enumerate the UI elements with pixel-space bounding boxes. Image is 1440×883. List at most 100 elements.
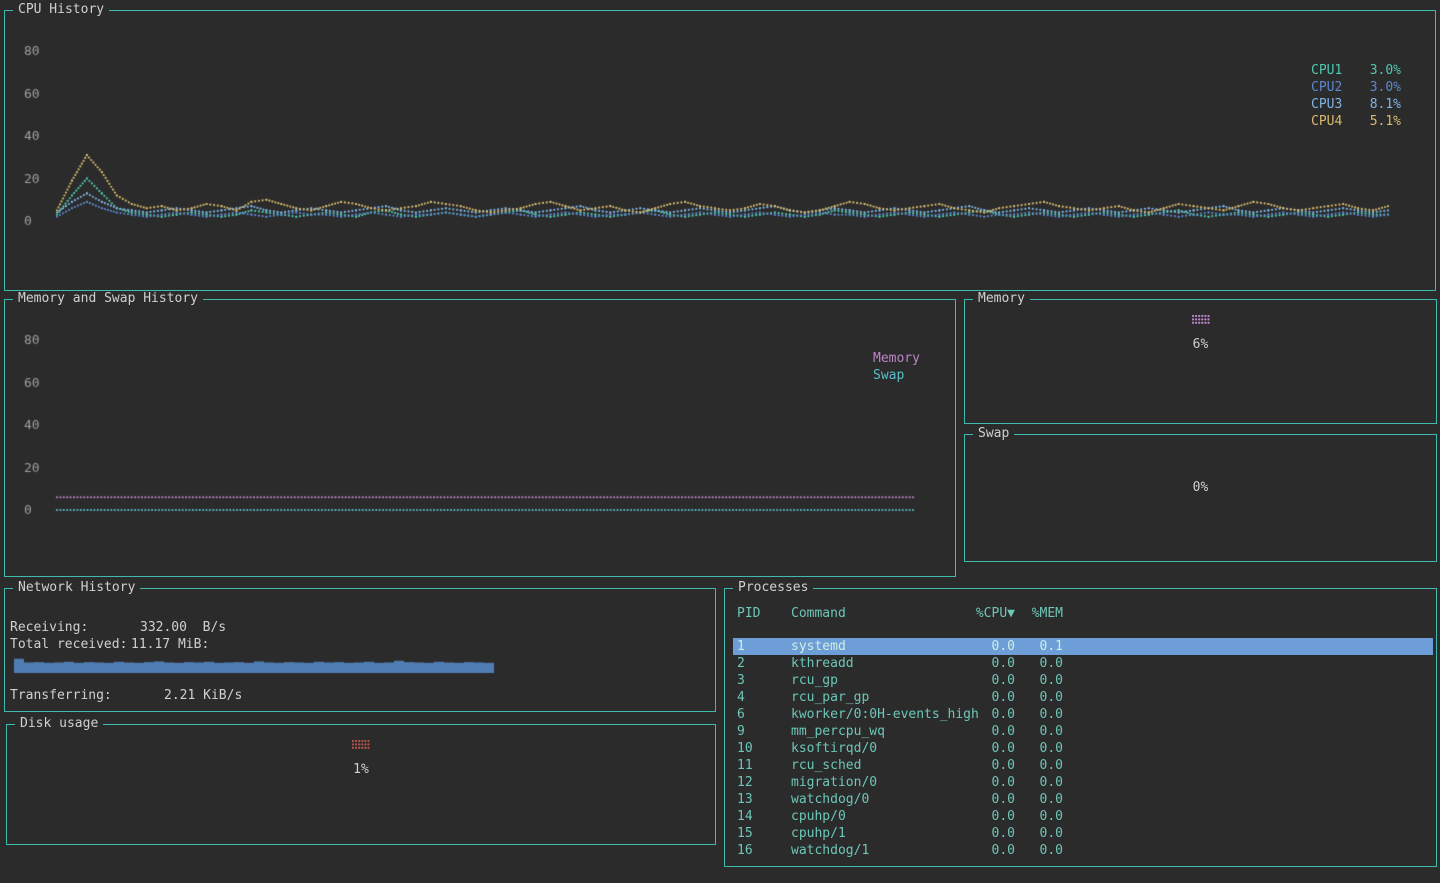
process-cpu-percent: 0.0	[963, 706, 1015, 723]
receiving-label: Receiving:	[10, 619, 88, 636]
process-cpu-percent: 0.0	[963, 655, 1015, 672]
process-cpu-percent: 0.0	[963, 757, 1015, 774]
table-row[interactable]: 11 rcu_sched 0.0 0.0	[733, 757, 1433, 774]
swap-gauge-panel: Swap 0%	[964, 434, 1437, 562]
legend-item: Swap	[873, 367, 920, 384]
memory-usage-value: 6%	[1193, 336, 1209, 353]
swap-usage-value: 0%	[1193, 479, 1209, 496]
process-mem-percent: 0.0	[1023, 723, 1063, 740]
process-pid: 10	[737, 740, 753, 757]
legend-item: Memory	[873, 350, 920, 367]
panel-title-disk-usage: Disk usage	[15, 716, 103, 732]
swap-gauge: 0%	[965, 479, 1436, 496]
process-pid: 1	[737, 638, 745, 655]
process-pid: 11	[737, 757, 753, 774]
process-command: cpuhp/1	[791, 825, 846, 842]
processes-panel: Processes PID Command %CPU▼ %MEM 1system…	[724, 588, 1437, 867]
legend-series-name: CPU2	[1311, 79, 1342, 96]
table-row[interactable]: 3rcu_gp0.00.0	[733, 672, 1433, 689]
transferring-value: 2.21 KiB/s	[164, 687, 242, 704]
legend-item: CPU2 3.0%	[1311, 79, 1401, 96]
process-mem-percent: 0.0	[1023, 825, 1063, 842]
memory-swap-legend: MemorySwap	[873, 350, 920, 384]
table-row[interactable]: 16 watchdog/1 0.0 0.0	[733, 842, 1433, 859]
table-row[interactable]: 15 cpuhp/1 0.0 0.0	[733, 825, 1433, 842]
legend-series-name: CPU1	[1311, 62, 1342, 79]
cpu-history-panel: CPU History CPU13.0%CPU23.0%CPU38.1%CPU4…	[4, 10, 1436, 291]
transferring-label: Transferring:	[10, 687, 112, 704]
process-command: rcu_par_gp	[791, 689, 869, 706]
legend-series-name: CPU3	[1311, 96, 1342, 113]
process-mem-percent: 0.0	[1023, 689, 1063, 706]
memory-swap-history-panel: Memory and Swap History MemorySwap	[4, 299, 956, 577]
column-header-pid[interactable]: PID	[737, 605, 760, 622]
process-command: mm_percpu_wq	[791, 723, 885, 740]
process-pid: 4	[737, 689, 745, 706]
panel-title-memory: Memory	[973, 291, 1030, 307]
process-pid: 6	[737, 706, 745, 723]
legend-series-name: Swap	[873, 367, 904, 384]
process-command: migration/0	[791, 774, 877, 791]
process-pid: 9	[737, 723, 745, 740]
memory-swap-history-chart	[5, 300, 955, 576]
column-header-cpu-label: %CPU	[976, 606, 1007, 621]
process-table-header: PID Command %CPU▼ %MEM	[733, 605, 1433, 622]
process-command: kworker/0:0H-events_high	[791, 706, 979, 723]
process-cpu-percent: 0.0	[963, 825, 1015, 842]
process-mem-percent: 0.0	[1023, 672, 1063, 689]
process-mem-percent: 0.0	[1023, 655, 1063, 672]
legend-series-value: 5.1%	[1370, 113, 1401, 130]
process-command: watchdog/0	[791, 791, 869, 808]
legend-item: CPU3 8.1%	[1311, 96, 1401, 113]
table-row[interactable]: 10ksoftirqd/00.00.0	[733, 740, 1433, 757]
process-mem-percent: 0.0	[1023, 791, 1063, 808]
table-row[interactable]: 4 rcu_par_gp 0.0 0.0	[733, 689, 1433, 706]
legend-series-value: 3.0%	[1370, 79, 1401, 96]
process-mem-percent: 0.0	[1023, 774, 1063, 791]
process-mem-percent: 0.0	[1023, 757, 1063, 774]
table-row[interactable]: 13watchdog/00.00.0	[733, 791, 1433, 808]
panel-title-processes: Processes	[733, 580, 813, 596]
column-header-command[interactable]: Command	[791, 605, 846, 622]
process-cpu-percent: 0.0	[963, 791, 1015, 808]
process-cpu-percent: 0.0	[963, 808, 1015, 825]
disk-usage-value: 1%	[353, 761, 369, 778]
cpu-history-chart	[5, 11, 1435, 290]
table-row[interactable]: 9 mm_percpu_wq 0.0 0.0	[733, 723, 1433, 740]
process-command: watchdog/1	[791, 842, 869, 859]
process-pid: 12	[737, 774, 753, 791]
process-mem-percent: 0.0	[1023, 808, 1063, 825]
process-command: systemd	[791, 638, 846, 655]
process-pid: 16	[737, 842, 753, 859]
process-cpu-percent: 0.0	[963, 774, 1015, 791]
table-row[interactable]: 2kthreadd0.00.0	[733, 655, 1433, 672]
table-row[interactable]: 6kworker/0:0H-events_high0.00.0	[733, 706, 1433, 723]
table-row[interactable]: 14cpuhp/00.00.0	[733, 808, 1433, 825]
process-cpu-percent: 0.0	[963, 689, 1015, 706]
process-command: cpuhp/0	[791, 808, 846, 825]
column-header-cpu[interactable]: %CPU▼	[963, 605, 1015, 622]
process-cpu-percent: 0.0	[963, 842, 1015, 859]
disk-usage-dots-icon	[351, 739, 371, 751]
memory-gauge-panel: Memory 6%	[964, 299, 1437, 424]
table-row[interactable]: 12 migration/0 0.0 0.0	[733, 774, 1433, 791]
legend-item: CPU45.1%	[1311, 113, 1401, 130]
memory-gauge: 6%	[965, 314, 1436, 353]
legend-series-name: Memory	[873, 350, 920, 367]
process-mem-percent: 0.0	[1023, 842, 1063, 859]
process-cpu-percent: 0.0	[963, 672, 1015, 689]
process-cpu-percent: 0.0	[963, 740, 1015, 757]
process-command: rcu_sched	[791, 757, 861, 774]
table-row[interactable]: 1systemd0.00.1	[733, 638, 1433, 655]
legend-series-value: 3.0%	[1370, 62, 1401, 79]
process-mem-percent: 0.0	[1023, 740, 1063, 757]
process-pid: 15	[737, 825, 753, 842]
disk-usage-gauge: 1%	[7, 739, 715, 778]
process-mem-percent: 0.1	[1023, 638, 1063, 655]
process-cpu-percent: 0.0	[963, 723, 1015, 740]
process-pid: 3	[737, 672, 745, 689]
legend-series-value: 8.1%	[1370, 96, 1401, 113]
cpu-legend: CPU1 3.0% CPU2 3.0% CPU3 8.1%CPU45.1%	[1311, 62, 1401, 130]
panel-title-swap: Swap	[973, 426, 1014, 442]
column-header-mem[interactable]: %MEM	[1023, 605, 1063, 622]
